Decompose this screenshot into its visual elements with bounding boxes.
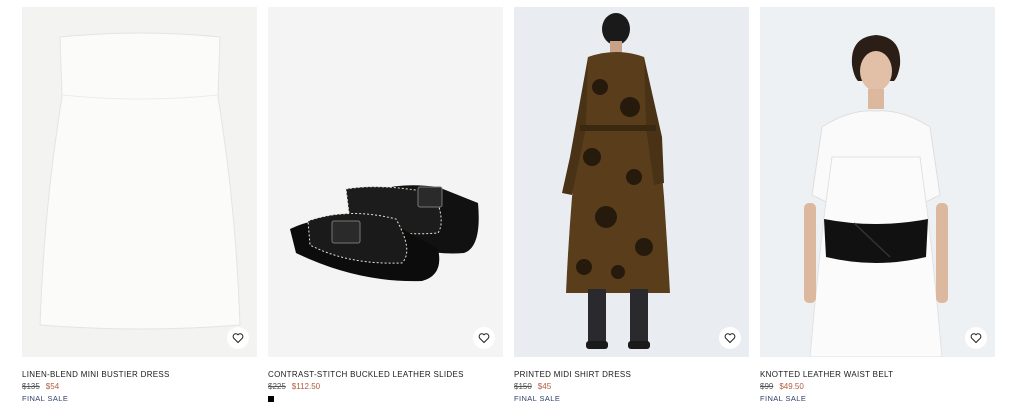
bustier-dress-image: [22, 7, 257, 357]
final-sale-label: FINAL SALE: [514, 394, 561, 403]
sale-price: $54: [45, 382, 60, 391]
product-card: CONTRAST-STITCH BUCKLED LEATHER SLIDES $…: [268, 7, 503, 405]
sale-price: $112.50: [291, 382, 321, 391]
product-prices: $99 $49.50: [760, 382, 804, 391]
heart-icon: [970, 333, 982, 344]
product-card: KNOTTED LEATHER WAIST BELT $99 $49.50 FIN…: [760, 7, 995, 405]
wishlist-button[interactable]: [965, 327, 987, 349]
waist-belt-image: [760, 7, 995, 357]
color-swatch-black[interactable]: [268, 396, 274, 402]
original-price: $99: [760, 382, 774, 391]
product-name[interactable]: CONTRAST-STITCH BUCKLED LEATHER SLIDES: [268, 370, 464, 379]
product-image-printed-dress[interactable]: [514, 7, 749, 357]
product-name[interactable]: PRINTED MIDI SHIRT DRESS: [514, 370, 631, 379]
product-name[interactable]: KNOTTED LEATHER WAIST BELT: [760, 370, 893, 379]
product-image-bustier-dress[interactable]: [22, 7, 257, 357]
heart-icon: [232, 333, 244, 344]
wishlist-button[interactable]: [473, 327, 495, 349]
original-price: $225: [268, 382, 286, 391]
product-grid: LINEN-BLEND MINI BUSTIER DRESS $135 $54 F…: [22, 7, 995, 405]
product-card: LINEN-BLEND MINI BUSTIER DRESS $135 $54 F…: [22, 7, 257, 405]
wishlist-button[interactable]: [719, 327, 741, 349]
leather-slides-image: [268, 7, 503, 357]
sale-price: $45: [537, 382, 552, 391]
wishlist-button[interactable]: [227, 327, 249, 349]
original-price: $135: [22, 382, 40, 391]
heart-icon: [478, 333, 490, 344]
product-image-waist-belt[interactable]: [760, 7, 995, 357]
product-prices: $135 $54: [22, 382, 59, 391]
sale-price: $49.50: [779, 382, 804, 391]
product-prices: $225 $112.50: [268, 382, 320, 391]
product-image-leather-slides[interactable]: [268, 7, 503, 357]
product-prices: $150 $45: [514, 382, 551, 391]
final-sale-label: FINAL SALE: [760, 394, 807, 403]
product-card: PRINTED MIDI SHIRT DRESS $150 $45 FINAL S…: [514, 7, 749, 405]
product-name[interactable]: LINEN-BLEND MINI BUSTIER DRESS: [22, 370, 170, 379]
final-sale-label: FINAL SALE: [22, 394, 69, 403]
original-price: $150: [514, 382, 532, 391]
heart-icon: [724, 333, 736, 344]
printed-dress-image: [514, 7, 749, 357]
